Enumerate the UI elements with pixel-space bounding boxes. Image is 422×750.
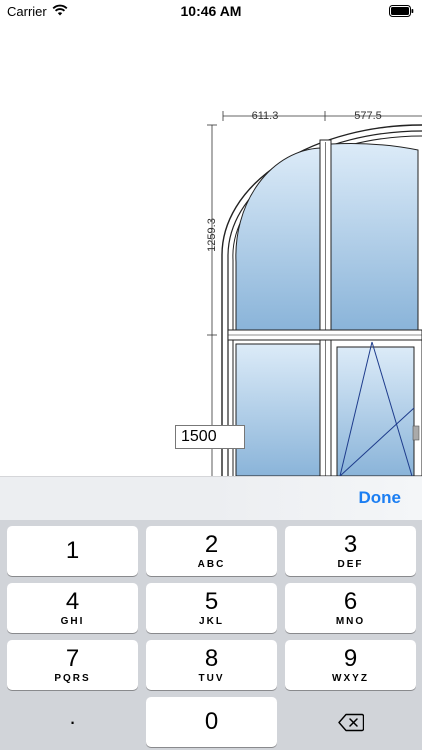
number-keypad: 1 2 ABC 3 DEF 4 GHI 5 JKL 6 MNO 7 PQRS 8… <box>0 520 422 750</box>
backspace-icon <box>338 713 364 732</box>
window-drawing-canvas[interactable]: 611.3 577.5 1259.3 <box>0 24 422 476</box>
key-digit: 4 <box>65 588 80 615</box>
handle-icon <box>412 425 420 441</box>
status-time: 10:46 AM <box>180 3 242 19</box>
key-9[interactable]: 9 WXYZ <box>285 640 416 690</box>
key-digit: 7 <box>65 645 80 672</box>
dimension-value-input[interactable]: 1500 <box>175 425 245 449</box>
width-dimension-left-label: 611.3 <box>252 110 279 122</box>
key-digit: 0 <box>204 708 219 735</box>
key-2[interactable]: 2 ABC <box>146 526 277 576</box>
key-4[interactable]: 4 GHI <box>7 583 138 633</box>
height-dimension: 1259.3 <box>206 124 218 476</box>
key-8[interactable]: 8 TUV <box>146 640 277 690</box>
status-bar: Carrier 10:46 AM <box>0 0 422 24</box>
key-5[interactable]: 5 JKL <box>146 583 277 633</box>
width-dimension-right-label: 577.5 <box>354 110 382 122</box>
done-button[interactable]: Done <box>359 488 402 508</box>
key-digit: 6 <box>343 588 358 615</box>
key-digit: 9 <box>343 645 358 672</box>
key-letters: ABC <box>197 559 226 570</box>
key-letters: DEF <box>337 559 364 570</box>
key-letters: TUV <box>198 673 225 684</box>
key-letters: PQRS <box>54 673 91 684</box>
key-digit: 2 <box>204 531 219 558</box>
key-digit: 5 <box>204 588 219 615</box>
key-letters: GHI <box>60 616 85 627</box>
key-6[interactable]: 6 MNO <box>285 583 416 633</box>
height-dimension-label: 1259.3 <box>206 218 218 252</box>
keyboard-accessory-bar: Done <box>0 476 422 520</box>
key-1[interactable]: 1 <box>7 526 138 576</box>
width-dimension: 611.3 577.5 <box>222 110 422 122</box>
key-decimal[interactable]: . <box>7 697 138 747</box>
battery-icon <box>389 5 414 17</box>
key-digit: 8 <box>204 645 219 672</box>
key-digit: 1 <box>65 537 80 564</box>
window-drawing: 611.3 577.5 1259.3 <box>206 110 422 476</box>
delete-key[interactable] <box>285 697 416 747</box>
key-letters: JKL <box>199 616 224 627</box>
key-digit: . <box>69 704 76 729</box>
key-letters: MNO <box>335 616 366 627</box>
key-digit: 3 <box>343 531 358 558</box>
key-0[interactable]: 0 <box>146 697 277 747</box>
key-3[interactable]: 3 DEF <box>285 526 416 576</box>
window-frame <box>221 124 422 476</box>
key-7[interactable]: 7 PQRS <box>7 640 138 690</box>
key-letters: WXYZ <box>332 673 369 684</box>
